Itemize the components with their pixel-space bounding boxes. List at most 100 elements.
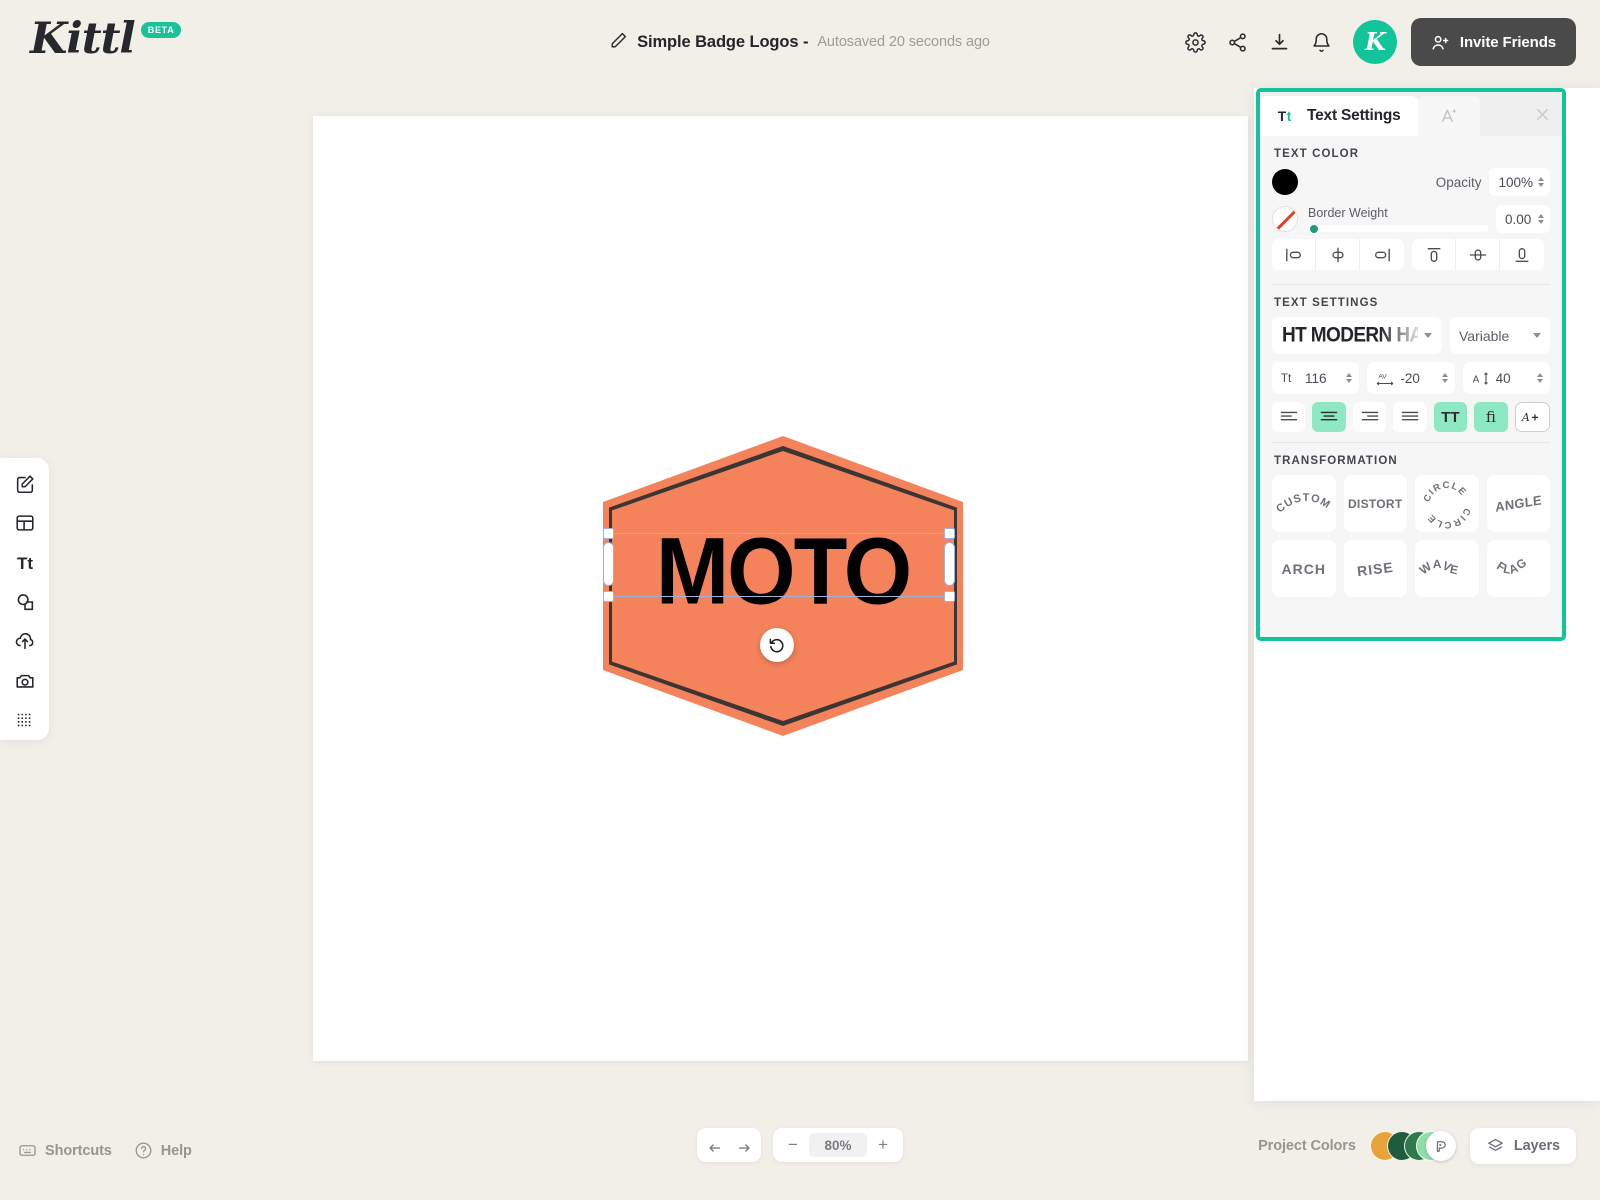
tab-text-settings[interactable]: T t Text Settings [1260,96,1418,136]
transform-angle[interactable]: ANGLE [1486,475,1550,532]
share-icon[interactable] [1217,21,1259,63]
shortcuts-button[interactable]: Shortcuts [18,1141,112,1160]
avatar[interactable]: K [1352,20,1397,64]
font-size-stepper[interactable] [1341,373,1353,383]
panel-tabs: T t Text Settings [1260,92,1562,136]
line-height-stepper[interactable] [1532,373,1543,383]
cloud-upload-icon[interactable] [5,622,45,661]
tab-ai-text-effects[interactable] [1417,96,1480,136]
resize-handle-bottom-left[interactable] [603,591,614,602]
align-bottom-icon[interactable] [1500,239,1544,270]
text-align-center-icon[interactable] [1312,402,1346,432]
pencil-square-icon[interactable] [5,464,45,503]
palette-icon [1437,1140,1446,1152]
border-weight-slider[interactable] [1308,224,1488,233]
resize-handle-top-right[interactable] [944,528,955,539]
text-align-justify-icon[interactable] [1393,402,1427,432]
resize-handle-top-left[interactable] [603,528,614,539]
font-size-value: 116 [1305,370,1327,386]
zoom-out-label: − [788,1135,798,1154]
project-colors-more-button[interactable] [1425,1131,1456,1161]
text-Tt-icon[interactable]: Tt [5,543,45,582]
align-middle-vertical-icon[interactable] [1456,239,1500,270]
text-align-right-icon[interactable] [1352,402,1387,432]
border-color-swatch[interactable] [1272,206,1298,232]
add-person-icon [1432,35,1449,50]
rotate-handle[interactable] [760,628,794,662]
transform-wave[interactable]: WAVE [1415,540,1479,597]
opacity-label: Opacity [1435,174,1482,190]
undo-arrow-icon[interactable] [697,1128,729,1162]
shapes-icon[interactable] [5,582,45,621]
zoom-out-button[interactable]: − [777,1128,809,1162]
svg-text:AV: AV [1379,373,1388,380]
font-family-select[interactable]: HT MODERN HAND [1272,317,1442,354]
opacity-stepper[interactable] [1533,177,1544,187]
transform-rise[interactable]: RISE [1343,540,1407,597]
download-icon[interactable] [1259,21,1301,63]
font-variant-select[interactable]: Variable [1450,317,1550,354]
line-height-value: 40 [1495,370,1511,386]
font-size-icon: Tt [1279,370,1301,386]
badge-design[interactable]: MOTO [603,436,963,736]
line-height-field[interactable]: A 40 [1462,362,1550,394]
bell-icon[interactable] [1301,21,1343,63]
resize-handle-left[interactable] [603,542,614,586]
transform-custom[interactable]: CUSTOM [1272,475,1336,532]
letter-spacing-stepper[interactable] [1437,373,1448,383]
fill-color-swatch[interactable] [1272,169,1298,195]
border-weight-input[interactable]: 0.00 [1496,205,1550,233]
align-left-icon[interactable] [1272,239,1316,270]
project-colors-swatches[interactable] [1369,1131,1456,1161]
invite-friends-button[interactable]: Invite Friends [1410,18,1576,66]
align-right-icon[interactable] [1360,239,1404,270]
zoom-in-button[interactable]: + [867,1128,899,1162]
redo-arrow-icon[interactable] [729,1128,761,1162]
help-button[interactable]: Help [134,1141,192,1160]
transform-distort-label: DISTORT [1347,496,1403,511]
gear-icon[interactable] [1175,21,1217,63]
more-text-options-button[interactable]: A [1514,402,1550,432]
zoom-value[interactable]: 80% [809,1133,867,1157]
resize-handle-bottom-right[interactable] [944,591,955,602]
camera-icon[interactable] [5,661,45,700]
transform-arch[interactable]: ARCH [1272,540,1336,597]
transformation-section-label: TRANSFORMATION [1274,455,1398,467]
ligature-label: fi [1485,408,1496,426]
align-top-icon[interactable] [1412,239,1456,270]
transform-flag[interactable]: FLAG [1486,540,1550,597]
artboard[interactable]: MOTO [313,116,1248,1061]
text-settings-panel: T t Text Settings TEXT COLOR Opacity 100… [1256,88,1566,641]
opacity-input[interactable]: 100% [1489,168,1550,196]
font-size-field[interactable]: Tt 116 [1272,362,1360,394]
chevron-down-icon [1533,333,1541,338]
letter-spacing-field[interactable]: AV -20 [1367,362,1455,394]
dots-grid-icon[interactable] [5,701,45,740]
border-weight-slider-thumb[interactable] [1310,224,1318,233]
pencil-icon[interactable] [610,31,628,54]
svg-text:T: T [1278,109,1287,124]
svg-text:A: A [1472,374,1479,385]
uppercase-toggle[interactable]: TT [1433,402,1468,432]
transform-circle[interactable]: CIRCLE CIRCLE [1415,475,1479,532]
layers-button[interactable]: Layers [1469,1128,1576,1164]
ligature-toggle[interactable]: fi [1474,402,1508,432]
shortcuts-label: Shortcuts [45,1142,112,1159]
help-circle-icon [135,1142,152,1159]
border-weight-stepper[interactable] [1533,214,1544,224]
close-icon[interactable] [1532,104,1552,124]
document-name[interactable]: Simple Badge Logos - [637,33,808,52]
text-align-left-icon[interactable] [1272,402,1306,432]
app-logo[interactable]: Kittl BETA [30,18,182,61]
border-weight-label: Border Weight [1308,206,1388,220]
zoom-in-label: + [878,1135,888,1154]
transform-distort[interactable]: DISTORT [1343,475,1407,532]
resize-handle-right[interactable] [944,542,955,586]
bottom-bar: Shortcuts Help − 80% + Project Colors La… [0,1100,1600,1200]
layout-icon[interactable] [5,503,45,542]
canvas-area[interactable]: MOTO [313,116,1248,1061]
autosave-status: Autosaved 20 seconds ago [817,34,990,50]
align-center-horizontal-icon[interactable] [1316,239,1360,270]
top-actions: K Invite Friends [1175,0,1576,84]
A-plus-icon: A [1521,411,1539,424]
